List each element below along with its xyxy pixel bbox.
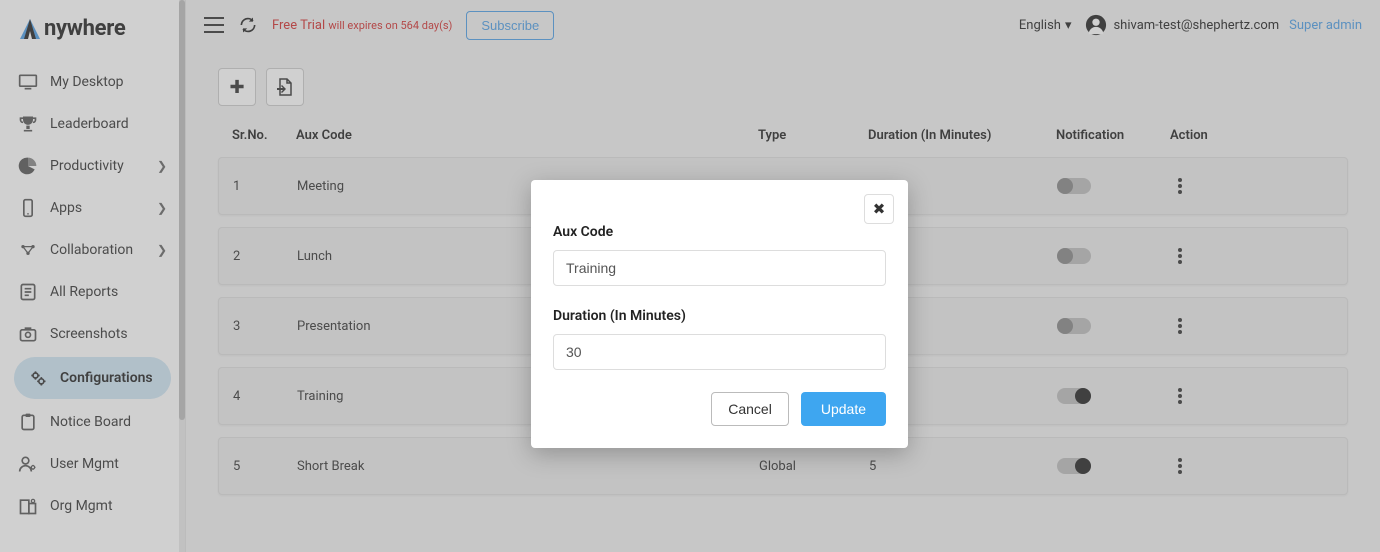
- duration-input[interactable]: [553, 334, 886, 370]
- update-button[interactable]: Update: [801, 392, 886, 426]
- aux-code-input[interactable]: [553, 250, 886, 286]
- cancel-button[interactable]: Cancel: [711, 392, 789, 426]
- edit-aux-modal: ✖ Aux Code Duration (In Minutes) Cancel …: [531, 180, 908, 448]
- modal-close-button[interactable]: ✖: [864, 194, 894, 224]
- duration-label: Duration (In Minutes): [553, 308, 886, 324]
- close-icon: ✖: [873, 200, 886, 218]
- modal-actions: Cancel Update: [553, 392, 886, 426]
- aux-code-label: Aux Code: [553, 224, 886, 240]
